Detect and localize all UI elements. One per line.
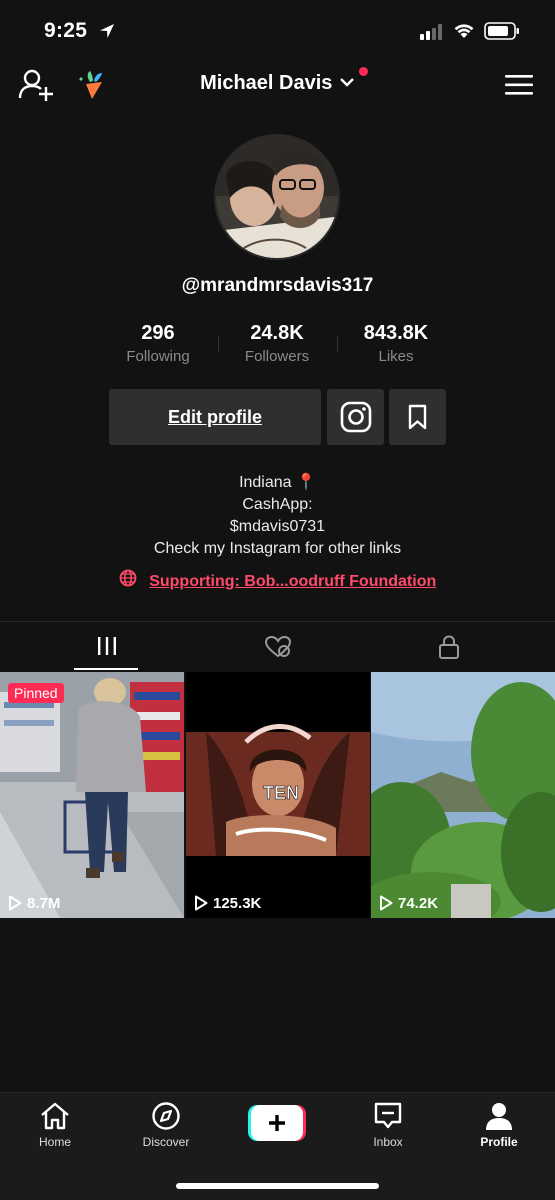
- grid-lines-icon: [97, 637, 116, 655]
- instagram-icon: [340, 401, 372, 433]
- supporting-text: Supporting: Bob...oodruff Foundation: [149, 573, 437, 591]
- nav-profile[interactable]: Profile: [459, 1101, 539, 1149]
- avatar[interactable]: [214, 134, 340, 260]
- pinned-badge: Pinned: [8, 683, 64, 703]
- following-count: 296: [141, 322, 175, 344]
- bio-line: Check my Instagram for other links: [153, 540, 402, 557]
- person-icon: [486, 1103, 512, 1130]
- nav-home[interactable]: Home: [15, 1101, 95, 1149]
- following-label: Following: [126, 348, 190, 365]
- video-views-count: 74.2K: [398, 895, 439, 912]
- followers-stat[interactable]: 24.8K Followers: [217, 320, 337, 365]
- profile-tabs: [0, 622, 555, 671]
- video-thumbnail-image: [371, 672, 555, 918]
- svg-text:TEN: TEN: [263, 783, 299, 803]
- followers-count: 24.8K: [250, 322, 304, 344]
- video-thumbnail[interactable]: Pinned 8.7M: [0, 672, 184, 918]
- play-icon: [380, 895, 393, 911]
- likes-count: 843.8K: [363, 322, 429, 344]
- globe-heart-icon: [119, 569, 137, 592]
- video-views-count: 8.7M: [27, 895, 61, 912]
- hidden-heart-icon: [264, 635, 291, 658]
- plus-icon: [248, 1105, 306, 1141]
- profile-header: Michael Davis: [0, 58, 555, 114]
- status-bar: 9:25: [0, 0, 555, 58]
- wifi-icon: [452, 21, 476, 44]
- status-time: 9:25: [44, 19, 88, 42]
- create-video-button[interactable]: [248, 1105, 306, 1141]
- battery-icon: [484, 22, 520, 45]
- video-views: 125.3K: [194, 895, 261, 912]
- profile-stats: 296 Following 24.8K Followers 843.8K Lik…: [98, 320, 458, 370]
- cell-signal-icon: [420, 24, 446, 45]
- likes-stat[interactable]: 843.8K Likes: [336, 320, 456, 365]
- followers-label: Followers: [244, 348, 310, 365]
- active-tab-underline: [74, 668, 138, 670]
- likes-label: Likes: [378, 348, 414, 365]
- compass-icon: [152, 1102, 180, 1130]
- account-name: Michael Davis: [200, 72, 333, 94]
- video-overlay-text: TEN: [263, 783, 300, 804]
- nav-discover-label: Discover: [142, 1135, 190, 1149]
- tab-liked[interactable]: [185, 622, 370, 671]
- nav-home-label: Home: [38, 1135, 71, 1149]
- video-grid: Pinned 8.7M TEN 125.3K 74.2K: [0, 672, 555, 918]
- bio-line: $mdavis0731: [229, 518, 326, 535]
- edit-profile-button[interactable]: Edit profile: [109, 389, 321, 445]
- profile-bio: Indiana 📍 CashApp: $mdavis0731 Check my …: [0, 472, 555, 560]
- video-views: 8.7M: [8, 895, 60, 912]
- profile-username: @mrandmrsdavis317: [181, 275, 374, 296]
- bio-line: CashApp:: [242, 496, 313, 513]
- tab-videos[interactable]: [14, 622, 199, 671]
- location-arrow-icon: [98, 22, 116, 45]
- menu-button[interactable]: [505, 74, 533, 96]
- following-stat[interactable]: 296 Following: [98, 320, 218, 365]
- supporting-link[interactable]: Supporting: Bob...oodruff Foundation: [0, 569, 555, 592]
- video-thumbnail[interactable]: TEN 125.3K: [186, 672, 370, 918]
- nav-discover[interactable]: Discover: [126, 1101, 206, 1149]
- video-views: 74.2K: [379, 895, 438, 912]
- account-switcher[interactable]: Michael Davis: [0, 72, 555, 95]
- instagram-button[interactable]: [327, 389, 384, 445]
- video-thumbnail-image: [0, 672, 184, 918]
- home-icon: [41, 1102, 69, 1130]
- nav-inbox[interactable]: Inbox: [348, 1101, 428, 1149]
- favorites-button[interactable]: [389, 389, 446, 445]
- avatar-photo: [216, 136, 338, 258]
- play-icon: [195, 895, 208, 911]
- video-views-count: 125.3K: [213, 895, 262, 912]
- bio-line: Indiana 📍: [239, 474, 316, 491]
- play-icon: [9, 895, 22, 911]
- inbox-icon: [374, 1102, 402, 1129]
- nav-inbox-label: Inbox: [373, 1135, 403, 1149]
- video-thumbnail[interactable]: 74.2K: [371, 672, 555, 918]
- notification-dot: [359, 67, 368, 76]
- bookmark-icon: [408, 404, 427, 430]
- hamburger-menu-icon: [505, 75, 533, 95]
- chevron-down-icon: [339, 74, 355, 92]
- tab-private[interactable]: [356, 622, 541, 671]
- home-indicator: [176, 1183, 379, 1189]
- nav-profile-label: Profile: [480, 1135, 518, 1149]
- lock-icon: [438, 635, 459, 659]
